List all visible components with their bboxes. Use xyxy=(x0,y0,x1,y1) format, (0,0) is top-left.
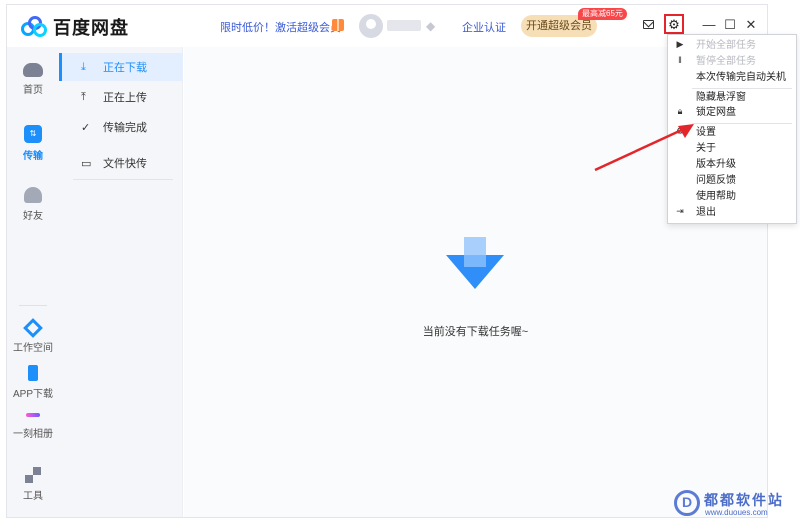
logo-text: 百度网盘 xyxy=(53,18,129,38)
rail-item-label: 好友 xyxy=(23,211,43,222)
transfer-subnav: ⤓ 正在下载 ⤒ 正在上传 ✓ 传输完成 ▭ 文件快传 xyxy=(59,47,183,517)
rail-item-label: 工具 xyxy=(23,491,43,502)
minimize-button[interactable]: — xyxy=(702,17,716,32)
menu-item-hide-floating[interactable]: 隐藏悬浮窗 xyxy=(696,90,746,106)
friends-icon xyxy=(24,187,42,203)
mail-icon[interactable] xyxy=(643,20,654,29)
rail-item-tools[interactable]: 工具 xyxy=(7,467,59,502)
menu-item-lock[interactable]: 锁定网盘 xyxy=(696,105,736,121)
lock-icon: 🔒︎ xyxy=(677,106,683,116)
baidu-netdisk-logo-icon xyxy=(21,16,47,38)
maximize-button[interactable]: ☐ xyxy=(723,17,737,33)
diamond-icon[interactable]: ◆ xyxy=(426,19,435,33)
rail-item-label: 传输 xyxy=(23,151,43,162)
rail-item-label: 一刻相册 xyxy=(13,429,53,440)
album-icon xyxy=(26,413,40,417)
rail-item-label: 首页 xyxy=(23,85,43,96)
settings-button[interactable]: ⚙ xyxy=(664,14,684,34)
watermark-title: 都都软件站 xyxy=(704,492,784,508)
rail-item-app-download[interactable]: APP下载 xyxy=(7,365,59,400)
subnav-item-label: 传输完成 xyxy=(103,122,147,134)
cloud-icon xyxy=(23,63,43,77)
monitor-icon: ▭ xyxy=(81,157,92,170)
rail-item-home[interactable]: 首页 xyxy=(7,63,59,96)
enterprise-verify-link[interactable]: 企业认证 xyxy=(462,19,506,35)
download-icon: ⤓ xyxy=(81,60,86,73)
rail-divider xyxy=(19,305,47,306)
transfer-icon: ⇅ xyxy=(24,125,42,143)
menu-item-pause-all[interactable]: 暂停全部任务 xyxy=(696,54,756,70)
rail-item-label: 工作空间 xyxy=(13,343,53,354)
promo-link[interactable]: 限时低价！激活超级会员 xyxy=(220,19,341,35)
menu-item-auto-shutdown[interactable]: 本次传输完自动关机 xyxy=(696,70,786,86)
rail-item-workspace[interactable]: 工作空间 xyxy=(7,318,59,354)
subnav-item-label: 文件快传 xyxy=(103,158,147,170)
subnav-item-label: 正在上传 xyxy=(103,92,147,104)
close-button[interactable]: ✕ xyxy=(744,17,758,33)
watermark-logo-icon xyxy=(674,490,700,516)
check-circle-icon: ✓ xyxy=(81,121,91,134)
rail-item-transfer[interactable]: ⇅ 传输 xyxy=(7,125,59,162)
gear-icon: ⚙ xyxy=(668,16,680,32)
discount-badge: 最高减65元 xyxy=(578,8,627,20)
app-window: 百度网盘 限时低价！激活超级会员 ◆ 企业认证 开通超级会员 最高减65元 ⚙ … xyxy=(6,4,768,518)
menu-item-feedback[interactable]: 问题反馈 xyxy=(696,173,736,189)
subnav-item-uploading[interactable]: ⤒ 正在上传 xyxy=(59,83,183,111)
menu-item-help[interactable]: 使用帮助 xyxy=(696,189,736,205)
tools-icon xyxy=(25,467,41,483)
avatar[interactable] xyxy=(359,14,383,38)
rail-item-label: APP下载 xyxy=(12,389,53,400)
app-logo[interactable]: 百度网盘 xyxy=(21,14,129,40)
workspace-icon xyxy=(23,318,43,338)
subnav-divider xyxy=(73,179,173,180)
title-bar: 百度网盘 限时低价！激活超级会员 ◆ 企业认证 开通超级会员 最高减65元 ⚙ … xyxy=(7,5,767,47)
subnav-item-quick-transfer[interactable]: ▭ 文件快传 xyxy=(59,149,183,177)
menu-item-upgrade[interactable]: 版本升级 xyxy=(696,157,736,173)
empty-download-icon xyxy=(446,237,504,289)
username-blurred[interactable] xyxy=(387,20,421,31)
gift-icon[interactable] xyxy=(332,19,344,31)
site-watermark: 都都软件站 www.duoues.com xyxy=(674,490,796,522)
upload-icon: ⤒ xyxy=(81,90,86,103)
rail-item-album[interactable]: 一刻相册 xyxy=(7,407,59,440)
menu-separator xyxy=(692,88,792,89)
exit-icon: ⇥ xyxy=(676,206,684,216)
subnav-item-completed[interactable]: ✓ 传输完成 xyxy=(59,113,183,141)
subnav-item-downloading[interactable]: ⤓ 正在下载 xyxy=(59,53,183,81)
menu-item-exit[interactable]: 退出 xyxy=(696,205,716,221)
play-icon: ▶ xyxy=(676,39,684,49)
primary-nav-rail: 首页 ⇅ 传输 好友 工作空间 APP下载 一刻相册 工具 xyxy=(7,47,59,517)
phone-icon xyxy=(28,365,38,381)
annotation-arrow xyxy=(594,124,694,172)
empty-state-text: 当前没有下载任务喔~ xyxy=(422,326,529,338)
menu-separator xyxy=(692,123,792,124)
subnav-item-label: 正在下载 xyxy=(103,62,147,74)
rail-item-friends[interactable]: 好友 xyxy=(7,187,59,222)
menu-item-start-all[interactable]: 开始全部任务 xyxy=(696,38,756,54)
pause-icon: ‖ xyxy=(678,55,682,65)
watermark-url: www.duoues.com xyxy=(705,508,768,517)
